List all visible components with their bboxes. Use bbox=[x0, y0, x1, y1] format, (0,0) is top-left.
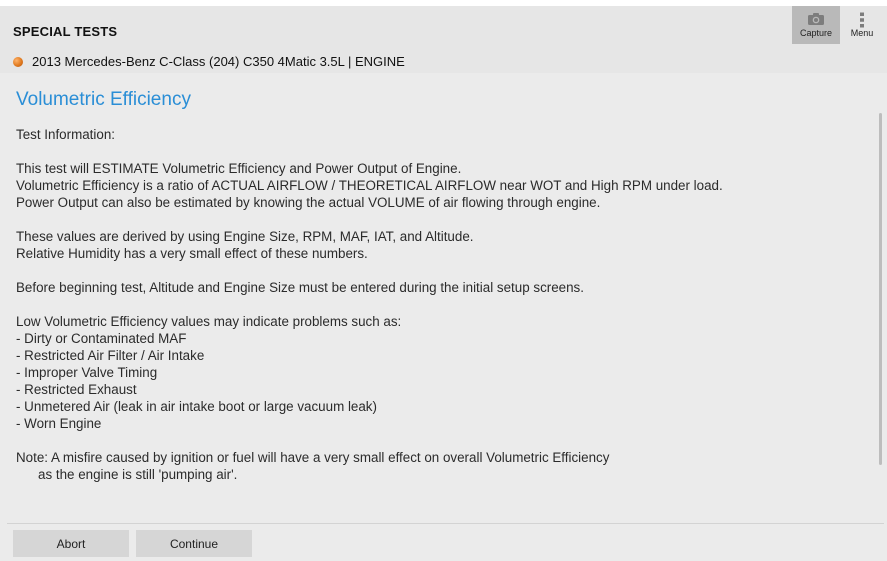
scrollbar[interactable] bbox=[879, 113, 882, 465]
info-line: These values are derived by using Engine… bbox=[16, 229, 474, 244]
vehicle-info: 2013 Mercedes-Benz C-Class (204) C350 4M… bbox=[13, 54, 405, 69]
list-item: - Dirty or Contaminated MAF bbox=[16, 331, 187, 346]
status-dot-icon bbox=[13, 56, 23, 67]
note-line: Note: A misfire caused by ignition or fu… bbox=[16, 450, 610, 465]
camera-icon bbox=[808, 13, 824, 25]
list-item: - Restricted Exhaust bbox=[16, 382, 137, 397]
more-vert-icon bbox=[860, 12, 864, 28]
vehicle-label: 2013 Mercedes-Benz C-Class (204) C350 4M… bbox=[32, 54, 405, 69]
page-title: SPECIAL TESTS bbox=[13, 24, 118, 39]
test-info-panel: Volumetric Efficiency Test Information: … bbox=[0, 73, 887, 523]
list-item: - Unmetered Air (leak in air intake boot… bbox=[16, 399, 377, 414]
test-description: Test Information: This test will ESTIMAT… bbox=[16, 126, 856, 483]
list-item: - Restricted Air Filter / Air Intake bbox=[16, 348, 205, 363]
menu-button[interactable]: Menu bbox=[842, 6, 882, 44]
info-line: Power Output can also be estimated by kn… bbox=[16, 195, 601, 210]
capture-button[interactable]: Capture bbox=[792, 6, 840, 44]
info-line: This test will ESTIMATE Volumetric Effic… bbox=[16, 161, 462, 176]
section-title: Volumetric Efficiency bbox=[16, 89, 191, 110]
app-header: SPECIAL TESTS 2013 Mercedes-Benz C-Class… bbox=[0, 6, 887, 73]
list-item: - Worn Engine bbox=[16, 416, 102, 431]
menu-label: Menu bbox=[850, 28, 874, 38]
info-heading: Test Information: bbox=[16, 127, 115, 142]
abort-button[interactable]: Abort bbox=[13, 530, 129, 557]
capture-label: Capture bbox=[799, 28, 833, 38]
info-line: Before beginning test, Altitude and Engi… bbox=[16, 280, 584, 295]
footer-bar: Abort Continue bbox=[0, 524, 887, 561]
list-item: - Improper Valve Timing bbox=[16, 365, 158, 380]
info-line: Relative Humidity has a very small effec… bbox=[16, 246, 368, 261]
note-line: as the engine is still 'pumping air'. bbox=[38, 467, 238, 482]
continue-button[interactable]: Continue bbox=[136, 530, 252, 557]
problems-heading: Low Volumetric Efficiency values may ind… bbox=[16, 314, 402, 329]
info-line: Volumetric Efficiency is a ratio of ACTU… bbox=[16, 178, 723, 193]
